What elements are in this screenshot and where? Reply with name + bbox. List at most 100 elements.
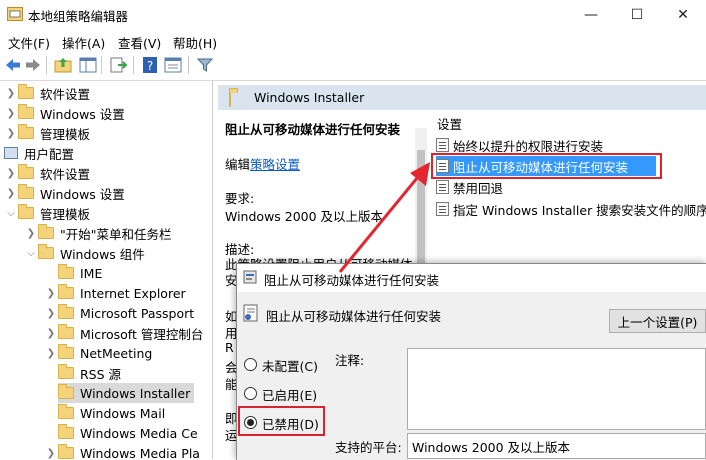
tree-item-windows-settings[interactable]: ❯ Windows 设置 (4, 103, 125, 123)
tree-item-windows-components[interactable]: ⌵ Windows 组件 (24, 243, 145, 263)
navigation-tree: ❯ 软件设置 ❯ Windows 设置 ❯ 管理模板 用户配置 ❯ 软件设置 ❯ Wind… (0, 81, 213, 459)
back-arrow-icon[interactable] (4, 56, 22, 74)
show-hide-tree-icon[interactable] (79, 56, 97, 74)
radio-not-configured[interactable] (244, 358, 257, 371)
description-fragment: R (225, 340, 234, 355)
maximize-button[interactable]: ☐ (614, 0, 660, 30)
toolbar-separator (188, 56, 189, 74)
menu-view[interactable]: 查看(V) (118, 33, 161, 52)
tree-item-label: Windows Media Ce (80, 425, 198, 441)
folder-icon (38, 244, 54, 259)
tree-item-user-windows-settings[interactable]: ❯ Windows 设置 (4, 183, 125, 203)
group-policy-app-icon (7, 7, 23, 21)
chevron-down-icon[interactable]: ⌵ (4, 208, 18, 219)
folder-icon (58, 384, 74, 399)
chevron-right-icon[interactable]: ❯ (44, 328, 58, 339)
tree-item-windows-installer[interactable]: Windows Installer (58, 383, 195, 403)
folder-icon (18, 204, 34, 219)
chevron-down-icon[interactable]: ⌵ (24, 248, 38, 259)
comment-textarea[interactable] (407, 348, 706, 430)
tree-item-software-settings[interactable]: ❯ 软件设置 (4, 83, 90, 103)
tree-item-user-software-settings[interactable]: ❯ 软件设置 (4, 163, 90, 183)
supported-platform-label: 支持的平台: (335, 440, 402, 455)
tree-item-microsoft-passport[interactable]: ❯ Microsoft Passport (44, 303, 194, 323)
toolbar (0, 52, 706, 81)
setting-label: 指定 Windows Installer 搜索安装文件的顺序 (453, 202, 706, 218)
chevron-right-icon[interactable]: ❯ (4, 108, 18, 119)
menu-help[interactable]: 帮助(H) (173, 33, 217, 52)
chevron-right-icon[interactable]: ❯ (44, 348, 58, 359)
setting-row[interactable]: 禁用回退 (436, 177, 503, 197)
folder-icon (38, 224, 54, 239)
edit-policy-link[interactable]: 策略设置 (250, 157, 300, 172)
setting-label: 禁用回退 (453, 180, 504, 196)
setting-label: 始终以提升的权限进行安装 (453, 138, 604, 154)
setting-row[interactable]: 始终以提升的权限进行安装 (436, 135, 603, 155)
radio-enabled[interactable] (244, 387, 257, 400)
user-config-icon (4, 147, 18, 159)
tree-item-label: Microsoft 管理控制台 (80, 326, 204, 342)
tree-item-windows-media-center[interactable]: Windows Media Ce (58, 423, 198, 443)
radio-not-configured-label[interactable]: 未配置(C) (262, 356, 318, 375)
chevron-right-icon[interactable]: ❯ (44, 288, 58, 299)
tree-item-user-config[interactable]: 用户配置 (4, 143, 74, 163)
chevron-right-icon[interactable]: ❯ (4, 88, 18, 99)
folder-icon (18, 164, 34, 179)
tree-item-windows-media-player[interactable]: ❯ Windows Media Pla (44, 443, 200, 459)
tree-item-mmc[interactable]: ❯ Microsoft 管理控制台 (44, 323, 203, 343)
properties-icon[interactable] (164, 56, 182, 74)
menu-file[interactable]: 文件(F) (8, 33, 50, 52)
annotation-arrow (338, 162, 430, 273)
window-title: 本地组策略编辑器 (28, 9, 129, 24)
help-icon[interactable]: ? (141, 56, 159, 74)
tree-item-label: 用户配置 (24, 146, 75, 162)
folder-icon (58, 424, 74, 439)
tree-item-ime[interactable]: IME (44, 263, 102, 283)
forward-arrow-icon[interactable] (24, 56, 42, 74)
tree-item-label: Internet Explorer (80, 285, 186, 301)
export-list-icon[interactable] (109, 56, 127, 74)
tree-item-label: Windows Installer (80, 385, 191, 401)
folder-icon (58, 304, 74, 319)
chevron-right-icon[interactable]: ❯ (4, 128, 18, 139)
menu-action[interactable]: 操作(A) (62, 33, 105, 52)
chevron-right-icon[interactable]: ❯ (4, 168, 18, 179)
chevron-right-icon[interactable]: ❯ (44, 448, 58, 459)
previous-setting-button[interactable]: 上一个设置(P) (609, 309, 706, 333)
close-button[interactable]: ✕ (660, 0, 706, 30)
radio-enabled-label[interactable]: 已启用(E) (262, 385, 317, 404)
folder-icon (58, 404, 74, 419)
chevron-right-icon[interactable]: ❯ (44, 308, 58, 319)
tree-item-user-admin-templates[interactable]: ⌵ 管理模板 (4, 203, 90, 223)
dialog-policy-name: 阻止从可移动媒体进行任何安装 (266, 309, 442, 324)
filter-icon[interactable] (196, 56, 214, 74)
folder-icon (18, 84, 34, 99)
setting-row[interactable]: 指定 Windows Installer 搜索安装文件的顺序 (436, 199, 706, 219)
settings-column-header[interactable]: 设置 (437, 114, 462, 133)
up-folder-icon[interactable] (54, 56, 72, 74)
tree-item-label: 管理模板 (40, 206, 91, 222)
tree-item-netmeeting[interactable]: ❯ NetMeeting (44, 343, 152, 363)
tree-item-windows-mail[interactable]: Windows Mail (58, 403, 165, 423)
supported-platform-value: Windows 2000 及以上版本 (412, 440, 571, 455)
edit-prefix: 编辑 (225, 157, 251, 172)
tree-item-start-menu[interactable]: ❯ "开始"菜单和任务栏 (24, 223, 172, 243)
tree-item-admin-templates[interactable]: ❯ 管理模板 (4, 123, 90, 143)
chevron-right-icon[interactable]: ❯ (24, 228, 38, 239)
folder-icon (58, 344, 74, 359)
tree-item-rss[interactable]: RSS 源 (44, 363, 121, 383)
menu-bar (0, 30, 706, 52)
tree-item-label: 软件设置 (40, 86, 91, 102)
tree-item-label: NetMeeting (80, 345, 153, 361)
minimize-button[interactable]: — (568, 0, 614, 30)
chevron-right-icon[interactable]: ❯ (4, 188, 18, 199)
tree-item-label: RSS 源 (80, 366, 122, 382)
tree-item-label: "开始"菜单和任务栏 (60, 226, 172, 242)
tree-item-internet-explorer[interactable]: ❯ Internet Explorer (44, 283, 186, 303)
folder-icon (58, 324, 74, 339)
tree-item-label: Windows 设置 (40, 186, 125, 202)
folder-icon (58, 444, 74, 459)
policy-setting-large-icon (243, 304, 258, 322)
highlight-box (238, 406, 325, 436)
toolbar-separator (101, 56, 102, 74)
